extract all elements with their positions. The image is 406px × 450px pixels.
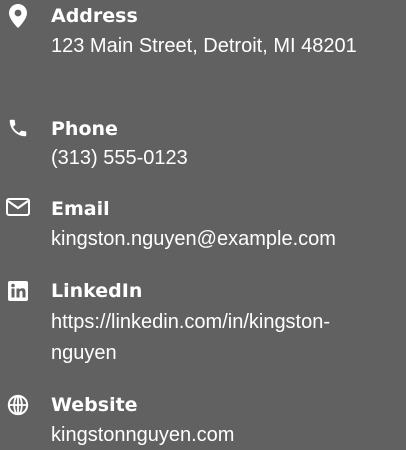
website-value[interactable]: kingstonnguyen.com <box>51 421 403 450</box>
email-label: Email <box>51 198 110 220</box>
phone-value: (313) 555-0123 <box>51 147 188 169</box>
phone-label: Phone <box>51 118 118 140</box>
contact-list: Address 123 Main Street, Detroit, MI 482… <box>0 0 406 450</box>
address-label: Address <box>51 5 138 27</box>
linkedin-icon <box>5 278 31 304</box>
globe-icon <box>5 392 31 418</box>
envelope-icon <box>5 194 31 220</box>
linkedin-label: LinkedIn <box>51 280 143 302</box>
map-marker-icon <box>5 3 31 29</box>
linkedin-value-line-2[interactable]: nguyen <box>51 339 403 368</box>
linkedin-value-line-1[interactable]: https://linkedin.com/in/kingston- <box>51 308 403 337</box>
phone-icon <box>5 115 31 141</box>
website-label: Website <box>51 394 138 416</box>
address-value: 123 Main Street, Detroit, MI 48201 <box>51 35 357 57</box>
email-value[interactable]: kingston.nguyen@example.com <box>51 225 403 254</box>
